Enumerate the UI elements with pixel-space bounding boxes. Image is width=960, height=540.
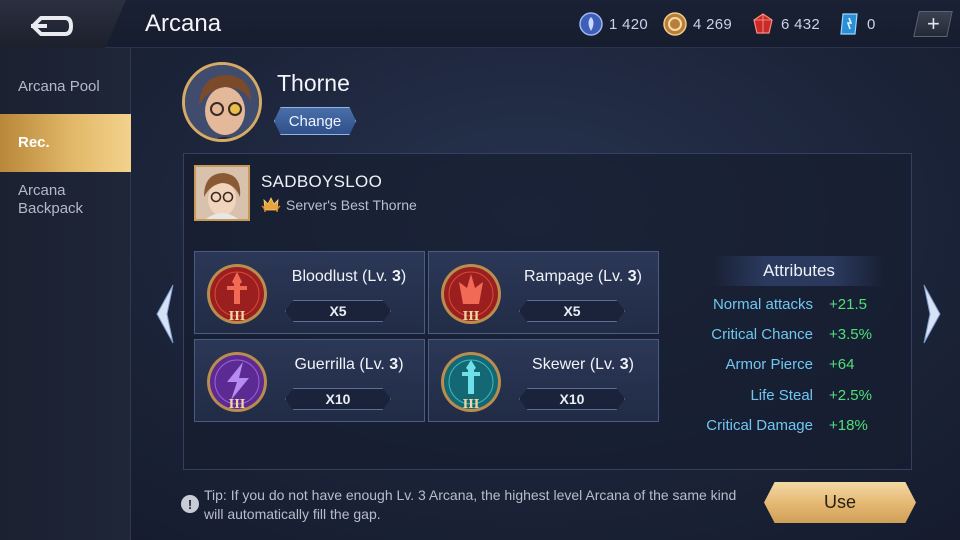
attribute-row: Critical Damage +18% bbox=[680, 417, 910, 439]
currency-red-diamonds: 6 432 bbox=[751, 12, 820, 36]
currency-value: 1 420 bbox=[609, 15, 649, 33]
red-diamond-icon bbox=[753, 13, 773, 34]
arcana-name: Bloodlust (Lv. 3) bbox=[291, 268, 407, 285]
hero-avatar bbox=[182, 62, 262, 142]
currency-vouchers: 0 bbox=[837, 12, 876, 36]
player-name: SADBOYSLOO bbox=[261, 172, 383, 191]
change-button-label: Change bbox=[288, 112, 342, 130]
arcana-card-bloodlust[interactable]: III Bloodlust (Lv. 3) X5 bbox=[194, 251, 425, 334]
arcana-quantity: X10 bbox=[285, 388, 391, 410]
attributes-title: Attributes bbox=[713, 256, 885, 286]
attribute-value: +3.5% bbox=[829, 326, 872, 343]
previous-arrow-icon[interactable] bbox=[153, 283, 177, 345]
page-title: Arcana bbox=[145, 10, 222, 37]
attribute-row: Normal attacks +21.5 bbox=[680, 296, 910, 318]
change-hero-button[interactable]: Change bbox=[274, 107, 356, 135]
player-badge: Server's Best Thorne bbox=[261, 196, 417, 214]
blue-gem-coin-icon bbox=[579, 12, 603, 36]
tier-label: III bbox=[463, 397, 480, 411]
attribute-label: Life Steal bbox=[750, 387, 813, 404]
arcana-quantity: X5 bbox=[519, 300, 625, 322]
arcana-name: Skewer (Lv. 3) bbox=[532, 356, 634, 373]
top-bar: Arcana 1 420 4 269 6 432 0 + bbox=[0, 0, 960, 52]
currency-value: 6 432 bbox=[781, 15, 821, 33]
tip-text: Tip: If you do not have enough Lv. 3 Arc… bbox=[204, 487, 737, 522]
hero-portrait-icon bbox=[185, 65, 259, 139]
attribute-row: Life Steal +2.5% bbox=[680, 387, 910, 409]
sidebar-item-arcana-backpack[interactable]: Arcana Backpack bbox=[0, 182, 110, 218]
currency-value: 0 bbox=[867, 15, 876, 33]
arcana-card-rampage[interactable]: III Rampage (Lv. 3) X5 bbox=[428, 251, 659, 334]
arcana-quantity: X10 bbox=[519, 388, 625, 410]
red-dagger-arcana-icon: III bbox=[207, 264, 267, 324]
tier-label: III bbox=[463, 309, 480, 323]
tier-label: III bbox=[229, 309, 246, 323]
attribute-label: Critical Damage bbox=[706, 417, 813, 434]
currency-value: 4 269 bbox=[693, 15, 733, 33]
attribute-label: Critical Chance bbox=[711, 326, 813, 343]
sidebar-item-label: Arcana Backpack bbox=[18, 182, 84, 217]
use-button[interactable]: Use bbox=[764, 482, 916, 523]
sidebar-item-arcana-pool[interactable]: Arcana Pool bbox=[0, 78, 131, 96]
arcana-quantity: X5 bbox=[285, 300, 391, 322]
back-arrow-icon bbox=[31, 16, 73, 36]
purple-lightning-arcana-icon: III bbox=[207, 352, 267, 412]
hero-name: Thorne bbox=[277, 70, 350, 96]
use-button-label: Use bbox=[823, 492, 856, 512]
sidebar-item-label: Rec. bbox=[18, 134, 50, 151]
blue-voucher-icon bbox=[840, 13, 858, 35]
attribute-value: +21.5 bbox=[829, 296, 867, 313]
attribute-label: Normal attacks bbox=[712, 296, 813, 313]
attribute-row: Critical Chance +3.5% bbox=[680, 326, 910, 348]
attribute-row: Armor Pierce +64 bbox=[680, 356, 910, 378]
red-flame-arcana-icon: III bbox=[441, 264, 501, 324]
attribute-value: +64 bbox=[829, 356, 855, 373]
currency-blue-gems: 1 420 bbox=[579, 12, 648, 36]
teal-dagger-arcana-icon: III bbox=[441, 352, 501, 412]
arcana-name: Guerrilla (Lv. 3) bbox=[294, 356, 404, 373]
player-avatar bbox=[194, 165, 250, 221]
arcana-card-skewer[interactable]: III Skewer (Lv. 3) X10 bbox=[428, 339, 659, 422]
player-portrait-icon bbox=[196, 167, 248, 219]
currency-gold: 4 269 bbox=[663, 12, 732, 36]
sidebar-item-rec[interactable]: Rec. bbox=[0, 114, 131, 172]
tier-label: III bbox=[229, 397, 246, 411]
gold-coin-icon bbox=[663, 12, 687, 36]
arcana-name: Rampage (Lv. 3) bbox=[524, 268, 642, 285]
back-button[interactable] bbox=[0, 0, 126, 52]
crown-wings-icon bbox=[261, 197, 281, 213]
attribute-value: +18% bbox=[829, 417, 868, 434]
add-currency-button[interactable]: + bbox=[913, 11, 953, 37]
attribute-label: Armor Pierce bbox=[725, 356, 813, 373]
sidebar-item-label: Arcana Pool bbox=[18, 78, 100, 95]
sidebar: Arcana Pool Rec. Arcana Backpack bbox=[0, 48, 131, 540]
plus-icon: + bbox=[926, 11, 940, 36]
player-badge-text: Server's Best Thorne bbox=[286, 197, 417, 213]
arcana-card-guerrilla[interactable]: III Guerrilla (Lv. 3) X10 bbox=[194, 339, 425, 422]
attribute-value: +2.5% bbox=[829, 387, 872, 404]
next-arrow-icon[interactable] bbox=[920, 283, 944, 345]
info-icon: ! bbox=[181, 495, 199, 513]
